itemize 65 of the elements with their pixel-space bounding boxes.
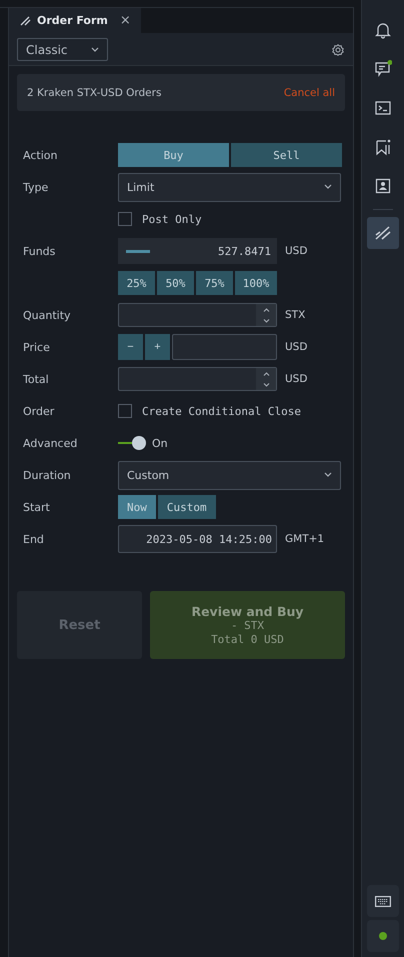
keyboard-button[interactable] [367, 885, 399, 917]
unit-label: USD [285, 245, 308, 257]
chevron-up-icon [262, 372, 270, 376]
order-form-icon [19, 14, 31, 26]
field-label: End [23, 532, 45, 546]
chat-icon [374, 60, 392, 78]
field-label: Duration [23, 468, 72, 482]
segment-tab[interactable]: Sell [231, 143, 342, 167]
orders-count-text: 2 Kraken STX-USD Orders [27, 86, 162, 98]
funds-bar [126, 250, 150, 252]
minus-button[interactable]: − [118, 334, 143, 360]
chevron-down-icon [262, 318, 270, 322]
price-input[interactable] [172, 334, 277, 360]
field-label: Total [23, 372, 50, 386]
bookmark-icon [374, 138, 392, 156]
field-label: Advanced [23, 436, 78, 450]
chevron-down-icon [262, 382, 270, 386]
checkbox[interactable] [118, 212, 132, 226]
terminal-icon [374, 99, 392, 117]
funds-field[interactable]: 527.8471 [118, 238, 277, 264]
chevron-down-icon [324, 472, 332, 478]
field-label: Type [23, 180, 50, 194]
segment-tab[interactable]: Now [118, 495, 156, 519]
checkbox[interactable] [118, 404, 132, 418]
field-label: Action [23, 148, 58, 162]
cancel-all-link[interactable]: Cancel all [284, 86, 335, 98]
dropdown[interactable]: Custom [118, 460, 341, 490]
checkbox-label: Create Conditional Close [142, 404, 301, 418]
toggle-switch[interactable] [118, 436, 146, 450]
toggle-label: On [152, 436, 168, 450]
close-icon[interactable]: × [120, 13, 131, 28]
contact-card-icon [374, 177, 392, 195]
chevron-down-icon [324, 184, 332, 190]
review-and-buy-button[interactable]: Review and Buy - STX Total 0 USD [150, 591, 345, 659]
checkbox-label: Post Only [142, 212, 202, 226]
dropdown[interactable]: Limit [118, 172, 341, 202]
settings-icon[interactable] [332, 44, 344, 56]
unit-label: GMT+1 [285, 533, 324, 545]
plus-button[interactable]: + [145, 334, 170, 360]
mode-dropdown[interactable]: Classic [17, 38, 108, 61]
keyboard-icon [375, 896, 391, 906]
unit-label: USD [285, 373, 308, 385]
field-label: Quantity [23, 308, 72, 322]
field-label: Price [23, 340, 51, 354]
field-label: Order [23, 404, 56, 418]
segment-tab[interactable]: Custom [158, 495, 216, 519]
field-label: Funds [23, 244, 56, 258]
date-time-field[interactable]: 2023-05-08 14:25:00 [118, 525, 277, 553]
chevron-up-icon [262, 308, 270, 312]
percent-button[interactable]: 25% [118, 271, 155, 295]
tab[interactable]: Order Form × [9, 8, 141, 33]
unit-label: STX [285, 309, 306, 321]
percent-button[interactable]: 75% [196, 271, 233, 295]
order-form-icon [374, 224, 392, 242]
percent-button[interactable]: 100% [235, 271, 277, 295]
field-label: Start [23, 500, 51, 514]
chevron-down-icon [91, 46, 99, 52]
sidebar-button[interactable] [367, 217, 399, 249]
number-input[interactable] [118, 367, 277, 391]
segment-tab[interactable]: Buy [118, 143, 229, 167]
number-input[interactable] [118, 303, 277, 327]
funds-value: 527.8471 [217, 244, 271, 258]
unit-label: USD [285, 341, 308, 353]
bell-icon [374, 21, 392, 39]
percent-button[interactable]: 50% [157, 271, 194, 295]
